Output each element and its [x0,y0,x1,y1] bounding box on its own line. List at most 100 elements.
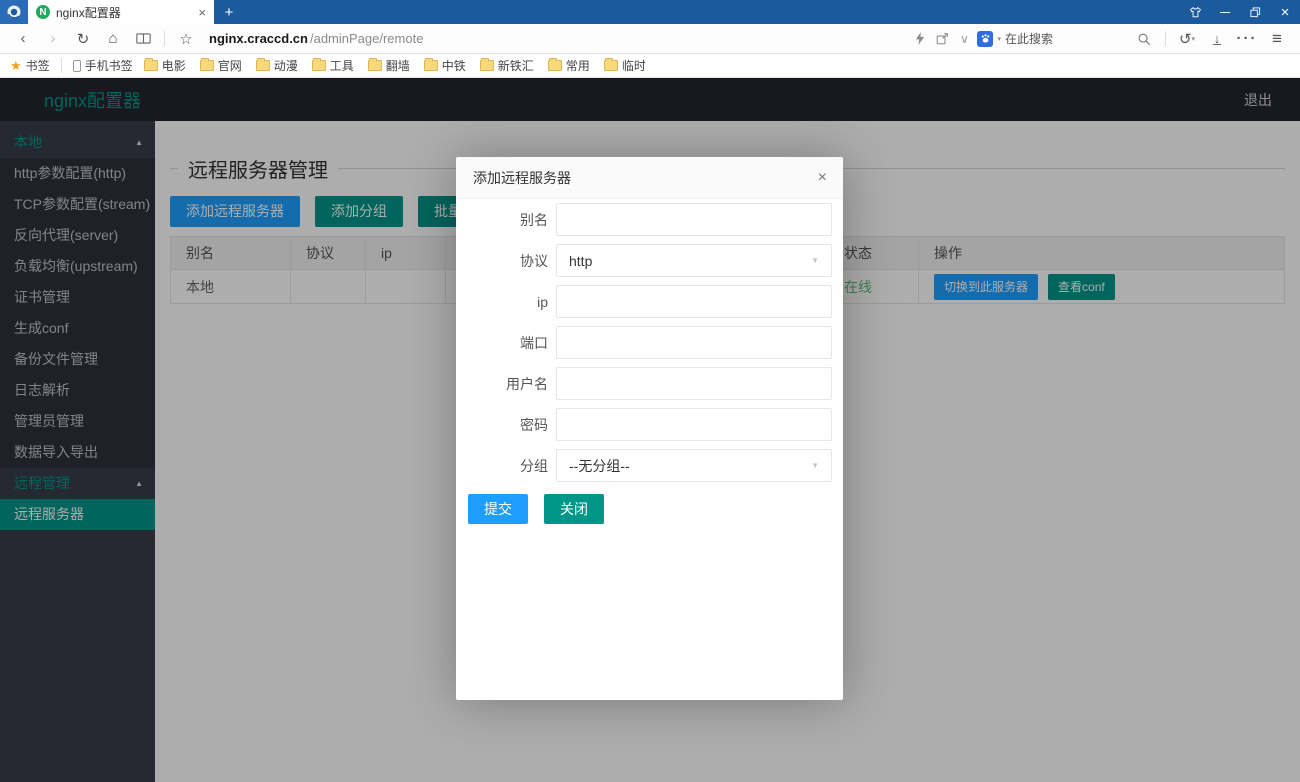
search-engine-caret-icon[interactable]: ▾ [997,35,1001,43]
folder-icon [312,60,326,71]
form-row-用户名: 用户名 [468,367,832,400]
search-placeholder: 在此搜索 [1005,30,1053,47]
search-engine-paw-icon[interactable] [977,31,993,47]
select-协议[interactable]: http ▼ [556,244,832,277]
bookmarks-separator [61,58,62,73]
form-row-分组: 分组 --无分组-- ▼ [468,449,832,482]
input-ip[interactable] [556,285,832,318]
input-别名[interactable] [556,203,832,236]
nginx-favicon-icon: N [36,5,50,19]
bookmark-folder-label: 官网 [218,57,242,74]
bookmark-folder-label: 翻墙 [386,57,410,74]
input-密码[interactable] [556,408,832,441]
field-label-ip: ip [468,294,548,310]
bookmark-manager[interactable]: ★ 书签 [10,57,50,74]
new-tab-button[interactable]: + [214,0,244,24]
address-bar[interactable]: nginx.craccd.cn/adminPage/remote [209,31,907,46]
more-options-icon[interactable]: ··· [1234,26,1260,52]
browser-tab[interactable]: N nginx配置器 × [28,0,214,24]
undo-history-icon[interactable]: ↺▾ [1174,26,1200,52]
select-分组[interactable]: --无分组-- ▼ [556,449,832,482]
menu-icon[interactable]: ≡ [1264,26,1290,52]
select-value: --无分组-- [569,456,630,476]
minimize-button[interactable] [1210,0,1240,24]
folder-icon [480,60,494,71]
chevron-down-icon[interactable]: ∨ [955,26,973,52]
bookmark-folder[interactable]: 新铁汇 [480,57,534,74]
refresh-icon[interactable]: ↻ [70,26,96,52]
field-label-密码: 密码 [468,415,548,435]
bookmark-folder[interactable]: 动漫 [256,57,298,74]
home-icon[interactable]: ⌂ [100,26,126,52]
field-label-分组: 分组 [468,456,548,476]
folder-icon [256,60,270,71]
page-viewport: nginx配置器 退出 本地▲http参数配置(http)TCP参数配置(str… [0,78,1300,782]
select-value: http [569,253,592,269]
field-label-用户名: 用户名 [468,374,548,394]
bookmark-folder[interactable]: 翻墙 [368,57,410,74]
phone-icon [73,60,81,72]
toolbar-separator [164,31,165,46]
bookmark-folder[interactable]: 常用 [548,57,590,74]
bookmarks-bar: ★ 书签 手机书签 电影 官网动漫 工具 翻墙 中铁 新铁汇 常用 临时 [0,54,1300,78]
bookmark-folder[interactable]: 中铁 [424,57,466,74]
modal-button-row: 提交关闭 [468,494,832,524]
form-row-协议: 协议http▼ [468,244,832,277]
close-window-button[interactable]: × [1270,0,1300,24]
add-remote-server-modal: 添加远程服务器 × 别名协议http▼ip端口用户名密码分组--无分组--▼提交… [456,157,843,700]
theme-skin-icon[interactable] [1180,0,1210,24]
form-row-密码: 密码 [468,408,832,441]
folder-icon [368,60,382,71]
modal-title: 添加远程服务器 [473,168,571,188]
bookmark-folder-label: 中铁 [442,57,466,74]
modal-titlebar: 添加远程服务器 × [456,157,843,199]
bookmark-folder[interactable]: 工具 [312,57,354,74]
flash-bolt-icon[interactable] [911,26,929,52]
tab-close-icon[interactable]: × [196,5,208,20]
field-label-别名: 别名 [468,210,548,230]
bookmark-folder-label: 新铁汇 [498,57,534,74]
window-controls: × [1180,0,1300,24]
titlebar-spacer [244,0,1180,24]
restore-button[interactable] [1240,0,1270,24]
reading-mode-icon[interactable] [130,26,156,52]
dropdown-caret-icon: ▼ [811,256,819,265]
folder-icon [548,60,562,71]
bookmarks-folders: 电影 官网动漫 工具 翻墙 中铁 新铁汇 常用 临时 [144,57,646,74]
submit-button[interactable]: 提交 [468,494,528,524]
forward-icon[interactable]: › [40,26,66,52]
bookmark-phone-label: 手机书签 [85,57,133,74]
search-icon[interactable] [1131,26,1157,52]
favorite-star-icon[interactable]: ☆ [173,26,199,52]
close-button[interactable]: 关闭 [544,494,604,524]
bookmark-folder-label: 常用 [566,57,590,74]
bookmark-folder[interactable]: 官网 [200,57,242,74]
url-host: nginx.craccd.cn [209,31,308,46]
modal-form: 别名协议http▼ip端口用户名密码分组--无分组--▼提交关闭 [456,199,843,524]
form-row-端口: 端口 [468,326,832,359]
tab-title: nginx配置器 [56,4,190,21]
modal-close-icon[interactable]: × [818,170,827,186]
share-icon[interactable] [933,26,951,52]
bookmark-star-icon: ★ [10,58,22,74]
bookmark-phone[interactable]: 手机书签 [73,57,133,74]
search-box[interactable]: ▾ 在此搜索 [977,30,1053,47]
form-row-别名: 别名 [468,203,832,236]
download-icon[interactable]: ↓ [1204,26,1230,52]
folder-icon [200,60,214,71]
folder-icon [424,60,438,71]
bookmark-folder[interactable]: 电影 [144,57,186,74]
bookmark-folder-label: 临时 [622,57,646,74]
bookmark-folder[interactable]: 临时 [604,57,646,74]
input-用户名[interactable] [556,367,832,400]
browser-logo[interactable] [0,0,28,24]
toolbar-separator-2 [1165,31,1166,46]
input-端口[interactable] [556,326,832,359]
folder-icon [604,60,618,71]
bookmark-folder-label: 工具 [330,57,354,74]
dropdown-caret-icon: ▼ [811,461,819,470]
browser-logo-icon [6,4,22,20]
back-icon[interactable]: ‹ [10,26,36,52]
bookmark-folder-label: 电影 [162,57,186,74]
field-label-端口: 端口 [468,333,548,353]
